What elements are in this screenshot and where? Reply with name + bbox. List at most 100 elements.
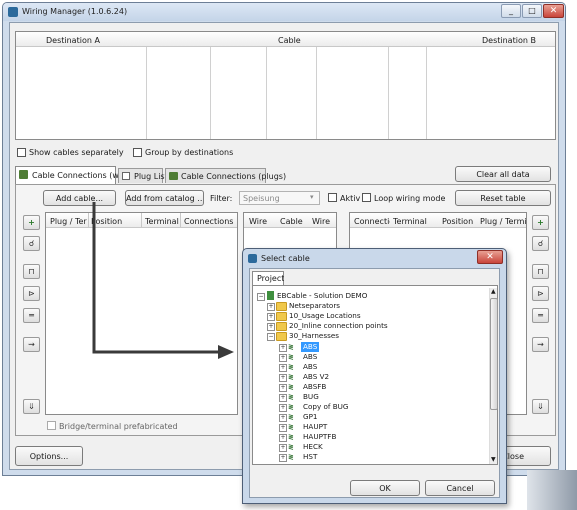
maximize-button[interactable]: □ [522,4,542,18]
expand-icon[interactable]: + [279,444,287,452]
close-window-button[interactable]: ✕ [543,4,564,18]
collapse-icon[interactable]: − [257,293,265,301]
options-button[interactable]: Options... [15,446,83,466]
cancel-button[interactable]: Cancel [425,480,495,496]
tab-cable-connections-plugs[interactable]: Cable Connections (plugs) [165,168,286,183]
tree-scrollbar[interactable]: ▲ ▼ [489,288,498,464]
loop-wiring-mode-label: Loop wiring mode [374,194,446,203]
cable-icon: ≷ [288,373,294,381]
expand-icon[interactable]: + [279,414,287,422]
folder-icon [276,312,287,321]
expand-icon[interactable]: + [279,384,287,392]
cable-icon: ≷ [288,353,294,361]
route-icon[interactable]: ⇝ [23,337,40,352]
scroll-down-icon[interactable]: ▼ [491,456,496,463]
expand-icon[interactable]: + [267,323,275,331]
column-plug-terminal[interactable]: Plug / Termin [480,217,526,226]
tab-cable-connections-wires[interactable]: Cable Connections (wires) [15,166,136,184]
tree-label: HST [303,452,318,461]
column-cable[interactable]: Cable [278,36,301,45]
cable-overview-table[interactable]: Destination A Cable Destination B [15,31,556,140]
expand-icon[interactable]: + [279,404,287,412]
bridge-prefabricated-checkbox[interactable] [47,421,56,430]
connect-icon[interactable]: ⊳ [23,286,40,301]
tree-label: ABS [303,362,318,371]
show-cables-separately-checkbox[interactable] [17,148,26,157]
tree-label: HAUPTFB [303,432,337,441]
dialog-close-button[interactable]: ✕ [477,250,503,264]
lock-icon[interactable]: ⊓ [532,264,549,279]
tree-label: 20_Inline connection points [289,321,388,330]
collapse-icon[interactable]: − [267,333,275,341]
expand-icon[interactable]: + [279,394,287,402]
cable-icon: ≷ [288,423,294,431]
reset-table-button[interactable]: Reset table [455,190,551,206]
scroll-down-icon[interactable]: ⇓ [23,399,40,414]
wires-icon [19,170,28,179]
cable-icon: ≷ [288,443,294,451]
column-connections[interactable]: Connectio [354,217,390,226]
expand-icon[interactable]: + [279,344,287,352]
chevron-down-icon: ▾ [310,193,314,201]
ok-button[interactable]: OK [350,480,420,496]
tab-plug-list[interactable]: Plug List [118,168,168,183]
scroll-down-icon[interactable]: ⇓ [532,399,549,414]
tree-label: ABSFB [303,382,327,391]
title-bar[interactable]: Wiring Manager (1.0.6.24) _ □ ✕ [3,3,565,21]
tab-label: Project [257,274,285,283]
expand-icon[interactable]: + [279,354,287,362]
tree-label: GP1 [303,412,318,421]
scroll-up-icon[interactable]: ▲ [491,288,496,295]
group-by-destinations-label: Group by destinations [145,148,234,157]
expand-icon[interactable]: + [279,424,287,432]
tab-label: Plug List [134,172,168,181]
cable-icon: ≷ [288,343,294,351]
group-by-destinations-checkbox[interactable] [133,148,142,157]
expand-icon[interactable]: + [279,364,287,372]
route-icon[interactable]: ⇝ [532,337,549,352]
column-wire[interactable]: Wire [249,217,267,226]
expand-icon[interactable]: + [267,313,275,321]
folder-icon [276,302,287,311]
column-terminal[interactable]: Terminal [393,217,427,226]
aktiv-checkbox[interactable] [328,193,337,202]
plug-icon[interactable]: ☌ [532,236,549,251]
column-destination-b[interactable]: Destination B [482,36,536,45]
cable-icon: ≷ [288,403,294,411]
connect-icon[interactable]: ⊳ [532,286,549,301]
tree-label: ABS V2 [303,372,330,381]
loop-wiring-mode-checkbox[interactable] [362,193,371,202]
app-icon [8,7,18,17]
tree-label: ABS [301,342,320,352]
minimize-button[interactable]: _ [501,4,521,18]
column-cable[interactable]: Cable [280,217,303,226]
filter-value: Speisung [243,194,280,203]
plugs-icon [169,172,178,180]
scrollbar-thumb[interactable] [490,298,498,410]
tree-label: BUG [303,392,319,401]
add-connection-icon[interactable]: + [23,215,40,230]
dialog-icon [248,254,257,263]
clear-all-data-button[interactable]: Clear all data [455,166,551,182]
expand-icon[interactable]: + [279,454,287,462]
window-title: Wiring Manager (1.0.6.24) [22,7,128,16]
column-position[interactable]: Position [442,217,473,226]
cable-icon: ≷ [288,363,294,371]
cable-icon: ≷ [288,453,294,461]
cable-icon: ≷ [288,433,294,441]
filter-dropdown[interactable]: Speisung ▾ [239,191,320,205]
lock-icon[interactable]: ⊓ [23,264,40,279]
bridge-icon[interactable]: ═ [532,308,549,323]
column-destination-a[interactable]: Destination A [46,36,100,45]
cable-tree[interactable]: ▲ ▼ − EBCable - Solution DEMO + Netsepar… [252,285,498,465]
column-plug-terminal[interactable]: Plug / Ter [50,217,88,226]
bridge-icon[interactable]: ═ [23,308,40,323]
cable-icon: ≷ [288,393,294,401]
expand-icon[interactable]: + [279,434,287,442]
plug-icon[interactable]: ☌ [23,236,40,251]
add-connection-icon[interactable]: + [532,215,549,230]
tab-project[interactable]: Project [252,271,284,285]
expand-icon[interactable]: + [267,303,275,311]
expand-icon[interactable]: + [279,374,287,382]
column-wire-b[interactable]: Wire [312,217,330,226]
